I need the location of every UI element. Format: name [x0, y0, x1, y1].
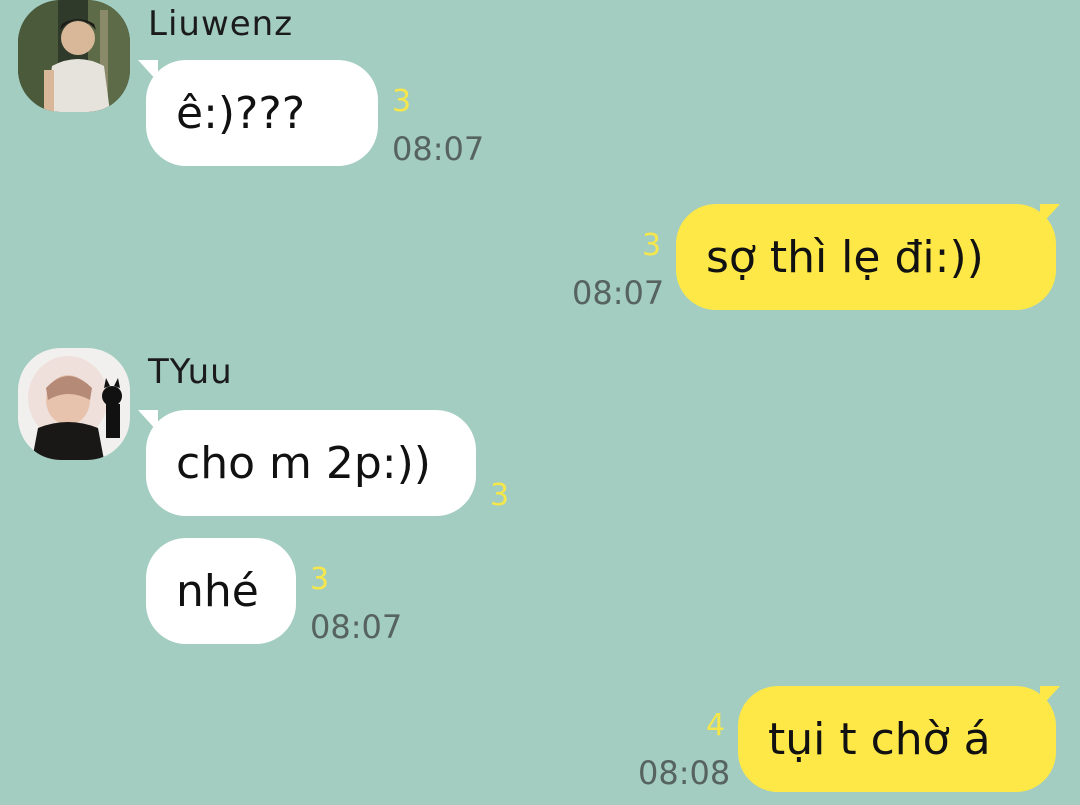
- profile-photo-icon: [18, 0, 130, 112]
- message-bubble-incoming[interactable]: ê:)???: [146, 60, 378, 166]
- unread-count: 3: [490, 478, 510, 513]
- bubble-tail: [1040, 204, 1060, 226]
- message-bubble-outgoing[interactable]: tụi t chờ á: [738, 686, 1056, 792]
- avatar-tyuu[interactable]: [18, 348, 130, 460]
- chat-thread[interactable]: Liuwenz ê:)??? 3 08:07 3 08:07 sợ thì lẹ…: [0, 0, 1080, 805]
- avatar-liuwenz[interactable]: [18, 0, 130, 112]
- message-bubble-incoming[interactable]: cho m 2p:)): [146, 410, 476, 516]
- bubble-tail: [1040, 686, 1060, 708]
- unread-count: 3: [392, 84, 412, 119]
- message-time: 08:08: [638, 754, 731, 792]
- message-bubble-incoming[interactable]: nhé: [146, 538, 296, 644]
- message-bubble-outgoing[interactable]: sợ thì lẹ đi:)): [676, 204, 1056, 310]
- profile-photo-icon: [18, 348, 130, 460]
- unread-count: 3: [310, 562, 330, 597]
- message-time: 08:07: [572, 274, 665, 312]
- sender-name: TYuu: [148, 352, 233, 392]
- unread-count: 3: [642, 228, 662, 263]
- sender-name: Liuwenz: [148, 4, 294, 44]
- message-time: 08:07: [392, 130, 485, 168]
- unread-count: 4: [706, 708, 726, 743]
- message-time: 08:07: [310, 608, 403, 646]
